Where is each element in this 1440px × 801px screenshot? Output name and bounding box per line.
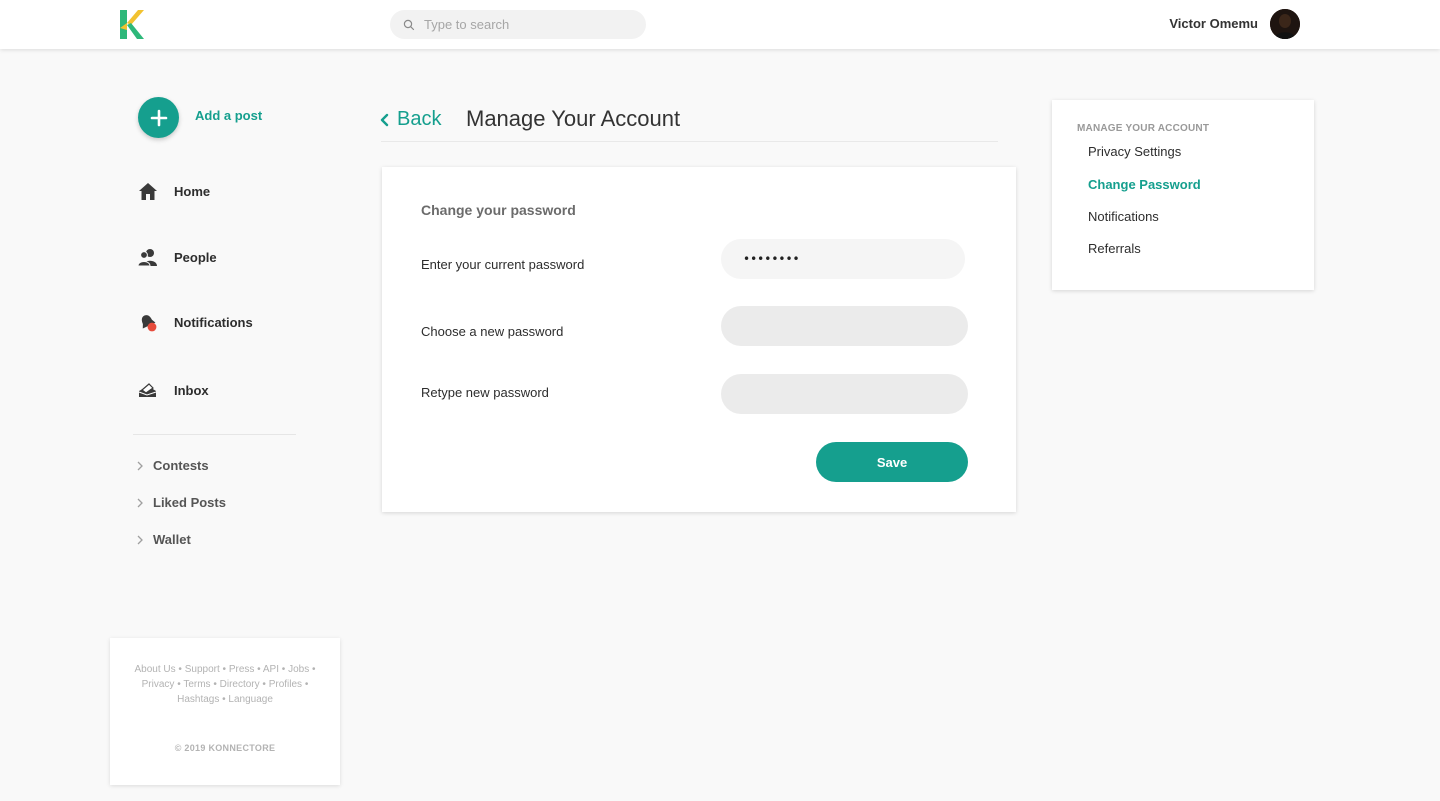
account-menu-heading: MANAGE YOUR ACCOUNT [1077,123,1210,134]
menu-item-privacy-settings[interactable]: Privacy Settings [1088,144,1181,159]
sidebar-item-label: People [174,250,217,265]
footer-card: About Us • Support • Press • API • Jobs … [110,638,340,785]
sidebar-item-home[interactable]: Home [137,181,210,202]
title-divider [381,141,998,142]
konnectore-logo[interactable] [120,10,144,39]
sidebar-item-liked-posts[interactable]: Liked Posts [136,495,226,510]
footer-link[interactable]: Directory [220,679,260,690]
search-icon [403,19,415,30]
back-button[interactable]: Back [380,108,441,131]
current-password-field[interactable] [721,239,965,279]
user-name[interactable]: Victor Omemu [1169,16,1258,31]
search-bar[interactable] [390,10,646,39]
chevron-right-icon [137,498,143,507]
chevron-right-icon [137,535,143,544]
menu-item-change-password[interactable]: Change Password [1088,177,1201,192]
top-bar: Victor Omemu [0,0,1440,49]
sidebar-item-wallet[interactable]: Wallet [136,532,191,547]
sidebar-item-notifications[interactable]: Notifications [137,312,253,333]
save-button[interactable]: Save [816,442,968,482]
footer-link[interactable]: Press [229,664,255,675]
new-password-field[interactable] [721,306,968,346]
copyright-text: © 2019 KONNECTORE [174,743,276,753]
inbox-icon [137,380,158,401]
footer-link[interactable]: Privacy [142,679,175,690]
footer-links: About Us • Support • Press • API • Jobs … [134,664,316,705]
menu-item-notifications[interactable]: Notifications [1088,209,1159,224]
sidebar-item-label: Liked Posts [153,495,226,510]
retype-password-field[interactable] [721,374,968,414]
back-label: Back [397,108,442,130]
add-post-button[interactable]: Add a post [138,97,262,138]
avatar[interactable] [1270,9,1300,39]
footer-link[interactable]: Terms [183,679,210,690]
footer-link[interactable]: About Us [135,664,176,675]
sidebar-item-label: Notifications [174,315,253,330]
account-menu: MANAGE YOUR ACCOUNT Privacy Settings Cha… [1052,100,1314,290]
retype-password-label: Retype new password [421,385,549,400]
footer-link[interactable]: Hashtags [177,694,219,705]
sidebar-item-label: Inbox [174,383,209,398]
footer-link[interactable]: Jobs [288,664,309,675]
footer-link[interactable]: Support [185,664,220,675]
notifications-icon [137,312,158,333]
chevron-right-icon [137,461,143,470]
plus-icon [138,97,179,138]
search-input[interactable] [424,17,624,32]
change-password-card: Change your password Enter your current … [382,167,1016,512]
sidebar-item-label: Home [174,184,211,199]
current-password-label: Enter your current password [421,257,585,272]
page-title: Manage Your Account [466,106,681,131]
sidebar-item-label: Wallet [153,532,191,547]
footer-link[interactable]: Language [228,694,273,705]
add-post-label: Add a post [195,108,263,123]
footer-link[interactable]: API [263,664,279,675]
sidebar-item-label: Contests [153,458,209,473]
sidebar-item-people[interactable]: People [137,247,217,268]
people-icon [137,247,158,268]
sidebar-item-inbox[interactable]: Inbox [137,380,209,401]
sidebar-item-contests[interactable]: Contests [136,458,209,473]
menu-item-referrals[interactable]: Referrals [1088,241,1141,256]
chevron-left-icon [380,113,389,126]
footer-link[interactable]: Profiles [269,679,302,690]
new-password-label: Choose a new password [421,324,564,339]
card-heading: Change your password [421,202,576,218]
home-icon [137,181,158,202]
sidebar-divider [133,434,296,435]
